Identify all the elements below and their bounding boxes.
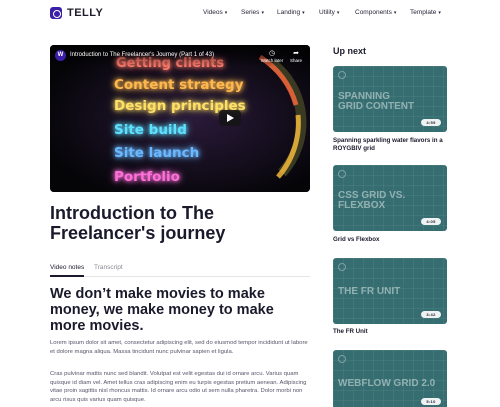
thumbnail-text: GRID CONTENT: [338, 101, 415, 112]
duration-badge: 5:10: [421, 398, 441, 405]
chevron-down-icon: ▾: [393, 9, 397, 16]
duration-badge: 3:42: [421, 311, 441, 318]
video-card-thumbnail[interactable]: SPANNING GRID CONTENT 4:59: [333, 66, 447, 132]
video-player[interactable]: Getting clients Content strategy Design …: [50, 45, 310, 192]
duration-badge: 4:05: [421, 218, 441, 225]
nav-item-template[interactable]: Template ▾: [410, 9, 441, 16]
video-card-title[interactable]: Spanning sparkling water flavors in a RO…: [333, 137, 455, 153]
play-icon[interactable]: [219, 110, 241, 126]
notes-paragraph: Cras pulvinar mattis nunc sed blandit. V…: [50, 371, 307, 403]
webflow-icon: [338, 355, 346, 363]
thumbnail-text: THE FR UNIT: [338, 286, 401, 297]
chevron-down-icon: ▾: [302, 9, 305, 16]
nav-label: Template: [410, 9, 437, 16]
chevron-down-icon: ▾: [438, 9, 441, 16]
nav-item-utility[interactable]: Utility ▾: [319, 9, 339, 16]
nav-item-videos[interactable]: Videos ▾: [203, 9, 227, 16]
nav-label: Utility: [319, 9, 335, 16]
watch-later-label: Watch later: [260, 58, 284, 63]
watch-later-button[interactable]: ◷ Watch later: [260, 49, 284, 63]
clock-icon: ◷: [268, 50, 276, 57]
thumbnail-text: WEBFLOW GRID 2.0: [338, 378, 436, 389]
nav-item-series[interactable]: Series ▾: [241, 9, 264, 16]
nav-label: Landing: [277, 9, 301, 16]
webflow-icon: [338, 263, 346, 271]
top-nav: TELLY Videos ▾ Series ▾ Landing ▾ Utility ▾ …: [0, 0, 500, 28]
brand-name: TELLY: [67, 7, 104, 19]
nav-item-components[interactable]: Components ▾: [355, 9, 396, 16]
thumbnail-text: FLEXBOX: [338, 200, 386, 211]
brand-logo[interactable]: TELLY: [50, 7, 103, 19]
webflow-icon: [338, 170, 346, 178]
video-card-thumbnail[interactable]: THE FR UNIT 3:42: [333, 258, 447, 324]
nav-label: Videos: [203, 9, 223, 16]
video-card-title[interactable]: The FR Unit: [333, 328, 455, 336]
logo-icon: [50, 7, 62, 19]
up-next-heading: Up next: [333, 46, 367, 56]
video-card-thumbnail[interactable]: CSS GRID VS. FLEXBOX 4:05: [333, 165, 447, 231]
duration-badge: 4:59: [421, 119, 441, 126]
share-icon: ➦: [293, 50, 299, 57]
chevron-down-icon: ▾: [224, 9, 228, 16]
nav-label: Components: [355, 9, 392, 16]
notes-heading: We don’t make movies to make money, we m…: [50, 286, 274, 334]
neon-word: Portfolio: [114, 169, 180, 185]
tab-bar: Video notes Transcript: [50, 263, 310, 277]
neon-word: Content strategy: [114, 77, 244, 93]
page-title: Introduction to The Freelancer's journey: [50, 203, 226, 243]
video-card-thumbnail[interactable]: WEBFLOW GRID 2.0 5:10: [333, 350, 447, 407]
video-title-overlay[interactable]: Introduction to The Freelancer's Journey…: [70, 52, 214, 58]
notes-paragraph: Lorem ipsum dolor sit amet, consectetur …: [50, 340, 308, 355]
share-label: Share: [289, 58, 302, 63]
nav-item-landing[interactable]: Landing ▾: [277, 9, 305, 16]
nav-label: Series: [241, 9, 260, 16]
chevron-down-icon: ▾: [336, 9, 340, 16]
share-button[interactable]: ➦ Share: [284, 49, 308, 63]
video-card-title[interactable]: Grid vs Flexbox: [333, 236, 455, 244]
neon-word: Site launch: [114, 145, 200, 161]
tab-video-notes[interactable]: Video notes: [50, 264, 85, 277]
channel-avatar[interactable]: W: [55, 50, 66, 61]
webflow-icon: [338, 71, 346, 79]
neon-word: Site build: [114, 122, 187, 138]
tab-transcript[interactable]: Transcript: [94, 264, 123, 271]
chevron-down-icon: ▾: [261, 9, 264, 16]
